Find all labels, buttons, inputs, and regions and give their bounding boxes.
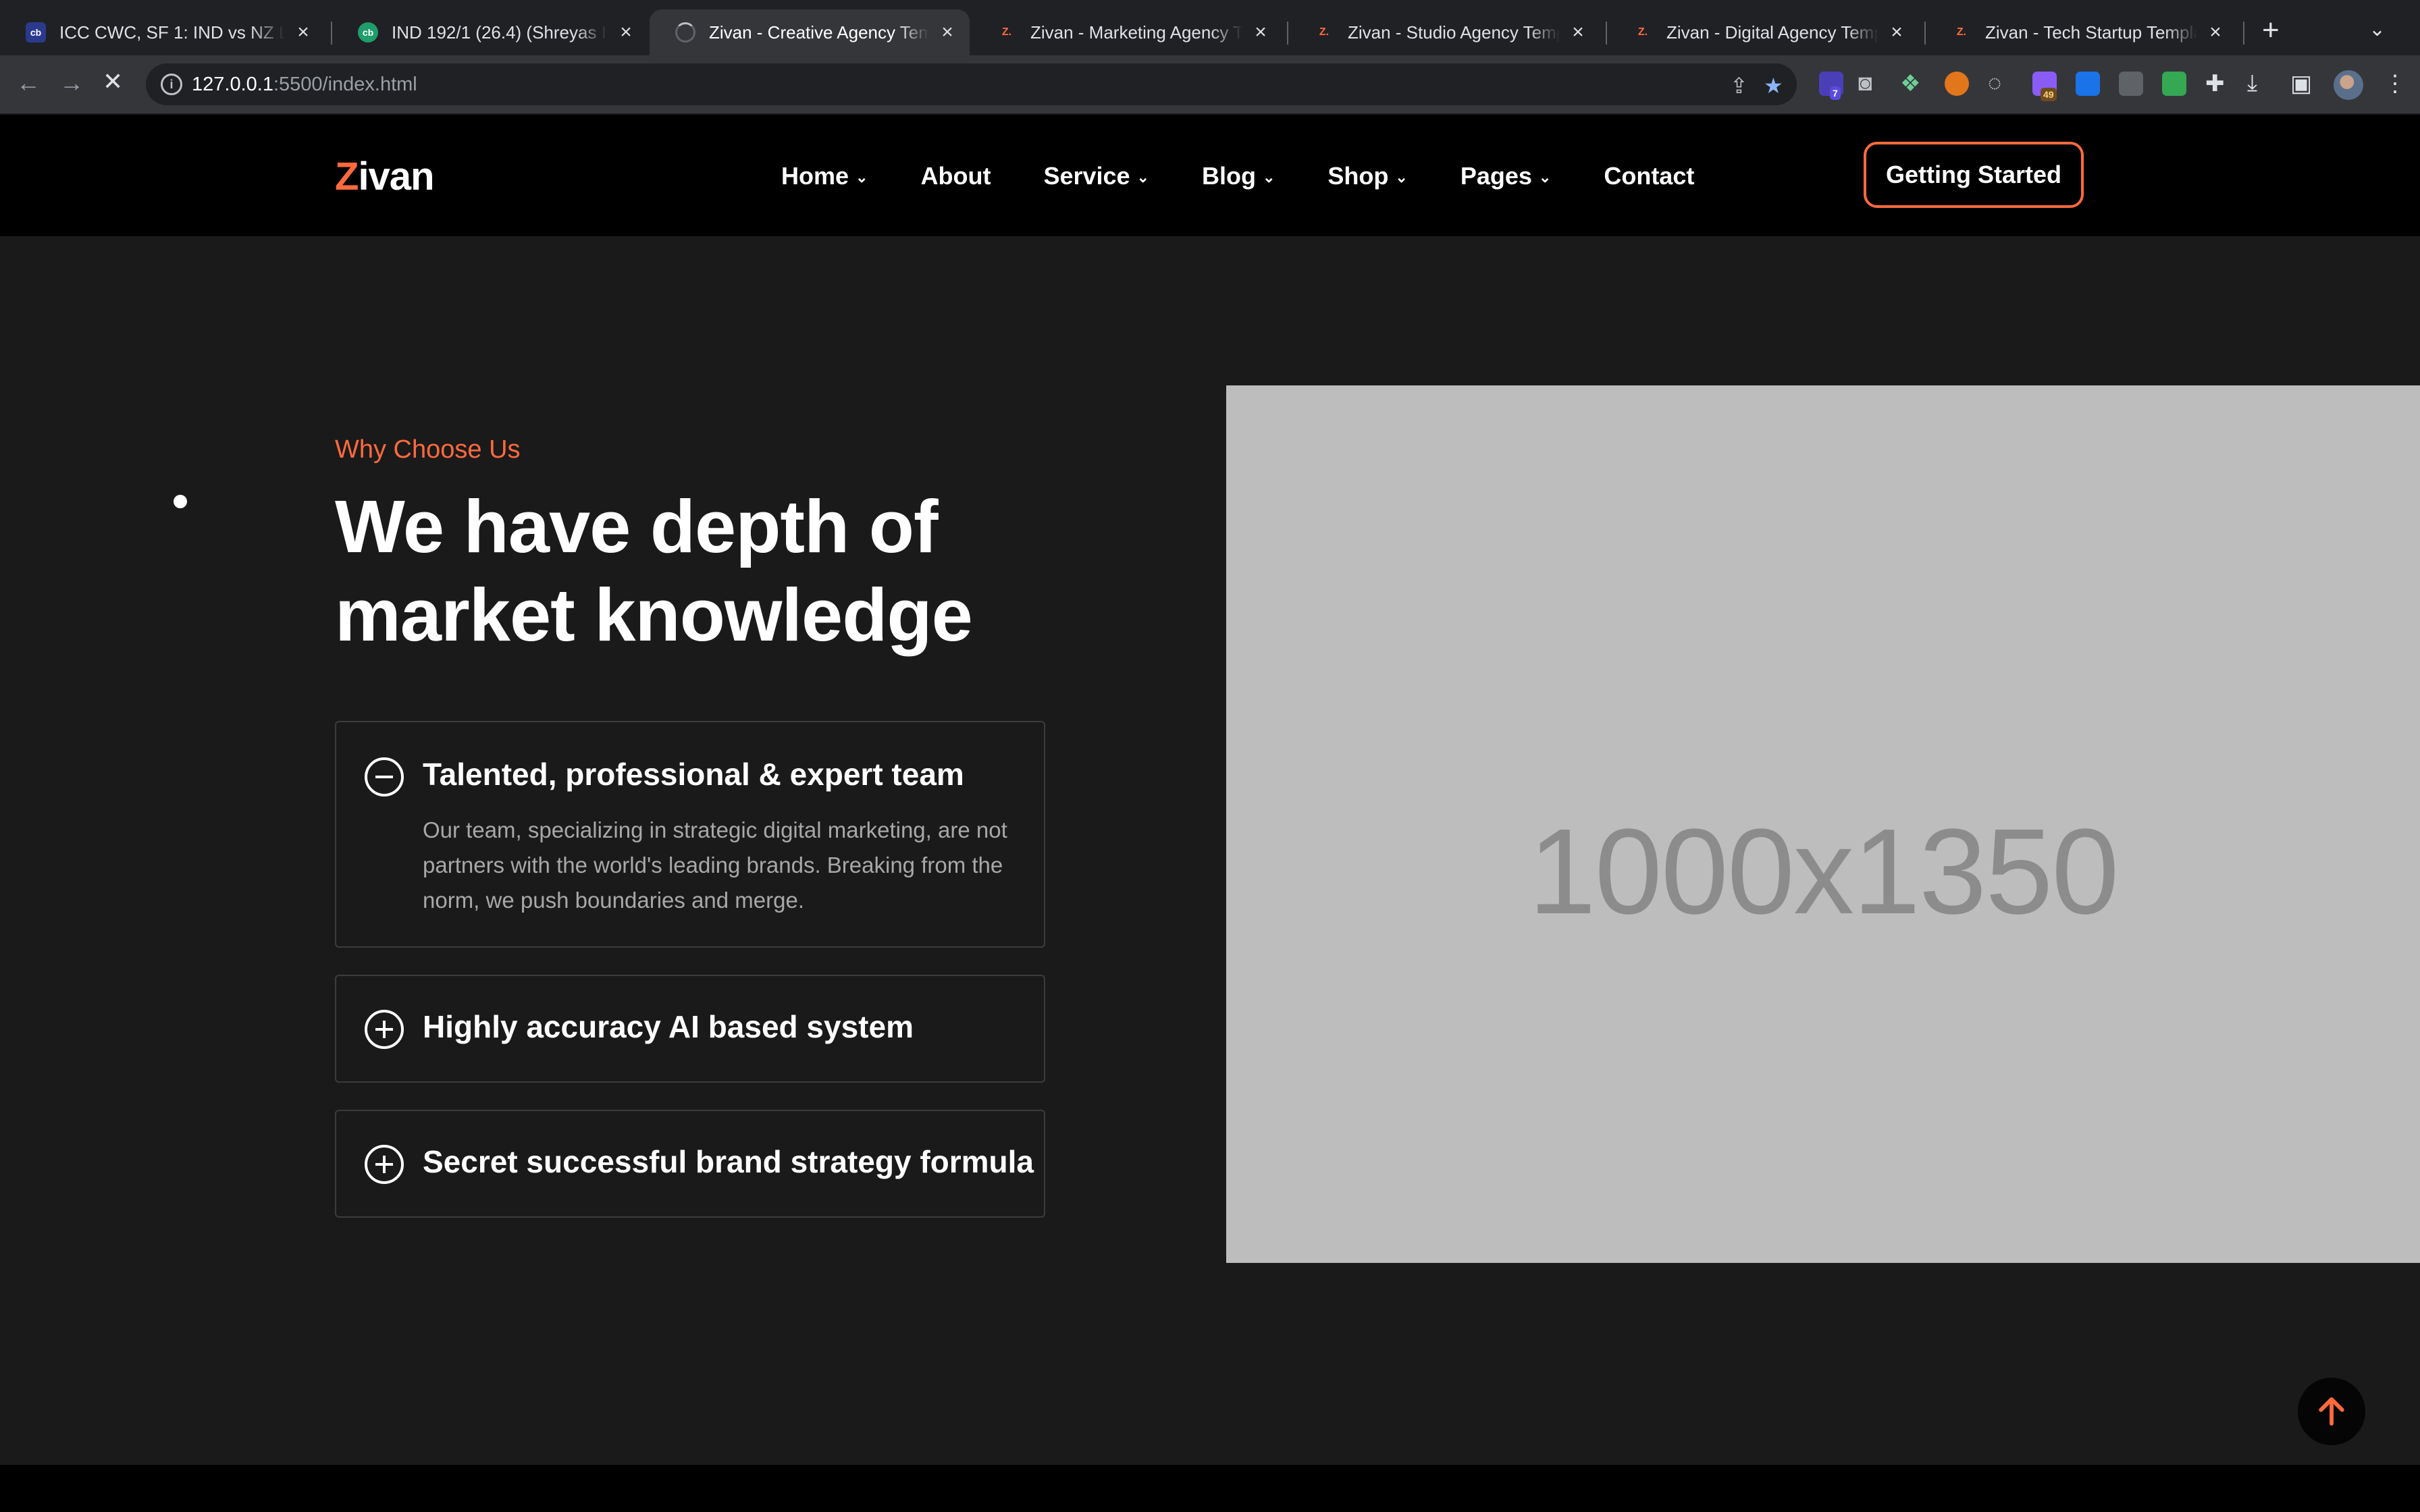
section-heading: We have depth of market knowledge xyxy=(335,485,973,657)
forward-arrow-icon[interactable]: → xyxy=(59,69,84,97)
download-icon[interactable]: ⤓ xyxy=(2247,70,2257,97)
tab-title: Zivan - Marketing Agency Template xyxy=(1030,22,1242,43)
accordion-body: Our team, specializing in strategic digi… xyxy=(423,817,1007,913)
side-panel-icon[interactable]: ▣ xyxy=(2290,70,2312,97)
kebab-menu-icon[interactable]: ⋮ xyxy=(2384,70,2406,97)
plus-circle-icon[interactable] xyxy=(365,1010,404,1049)
back-arrow-icon[interactable]: ← xyxy=(16,69,41,97)
tab-title: Zivan - Studio Agency Template xyxy=(1348,22,1560,43)
fox-extension-icon[interactable] xyxy=(1945,72,1969,96)
tab-title: Zivan - Creative Agency Template xyxy=(709,22,929,43)
chevron-down-icon: ⌄ xyxy=(856,169,868,186)
placeholder-dimensions: 1000x1350 xyxy=(1528,803,2120,940)
close-icon[interactable]: × xyxy=(937,21,957,44)
nav-item-pages[interactable]: Pages ⌄ xyxy=(1461,162,1552,190)
nav-item-blog[interactable]: Blog ⌄ xyxy=(1202,162,1275,190)
accordion-title[interactable]: Highly accuracy AI based system xyxy=(423,1008,914,1045)
accordion-item[interactable]: Secret successful brand strategy formula xyxy=(335,1110,1045,1218)
main-nav: Home ⌄ About Service ⌄ Blog ⌄ Shop ⌄ Pages ⌄ … xyxy=(781,162,1747,190)
tab-zivan-creative[interactable]: Zivan - Creative Agency Template × xyxy=(650,9,970,55)
arrow-up-icon xyxy=(2319,1397,2344,1426)
new-tab-plus-icon[interactable]: + xyxy=(2262,14,2280,47)
nav-item-about[interactable]: About xyxy=(920,162,991,190)
tab-ind-score-live[interactable]: cb IND 192/1 (26.4) (Shreyas Iyer) × xyxy=(332,9,648,55)
loading-spinner-icon xyxy=(675,22,695,43)
chevron-down-icon: ⌄ xyxy=(1395,169,1408,186)
section-eyebrow: Why Choose Us xyxy=(335,435,521,464)
nav-item-home[interactable]: Home ⌄ xyxy=(781,162,868,190)
zivan-icon: Z. xyxy=(1637,26,1648,38)
tab-ind-vs-nz-score[interactable]: cb ICC CWC, SF 1: IND vs NZ Live Cricket… xyxy=(0,9,325,55)
accordion-title[interactable]: Secret successful brand strategy formula xyxy=(423,1143,1034,1180)
extension-icon[interactable] xyxy=(2076,72,2100,96)
close-icon[interactable]: × xyxy=(1568,21,1588,44)
puzzle-extensions-icon[interactable]: ✚ xyxy=(2205,70,2225,97)
extension-badge: 49 xyxy=(2041,88,2057,101)
accordion-item-expanded[interactable]: Talented, professional & expert team Our… xyxy=(335,721,1045,948)
cursor-dot xyxy=(174,495,187,508)
image-placeholder: 1000x1350 xyxy=(1226,385,2420,1263)
nav-item-shop[interactable]: Shop ⌄ xyxy=(1327,162,1407,190)
zivan-logo[interactable]: Zivan xyxy=(335,154,435,199)
tab-title: Zivan - Digital Agency Template xyxy=(1666,22,1878,43)
tab-zivan-tech[interactable]: Z. Zivan - Tech Startup Template × xyxy=(1926,9,2238,55)
share-icon[interactable]: ⇪ xyxy=(1730,73,1748,99)
tab-separator xyxy=(2243,22,2244,45)
tab-zivan-marketing[interactable]: Z. Zivan - Marketing Agency Template × xyxy=(971,9,1283,55)
browser-tab-strip: cb ICC CWC, SF 1: IND vs NZ Live Cricket… xyxy=(0,0,2420,55)
tab-zivan-studio[interactable]: Z. Zivan - Studio Agency Template × xyxy=(1288,9,1600,55)
cricbuzz-icon: cb xyxy=(26,22,46,43)
close-icon[interactable]: × xyxy=(1251,21,1271,44)
url-text: 127.0.0.1:5500/index.html xyxy=(192,74,417,95)
footer-edge xyxy=(0,1465,2420,1512)
code-extension-icon[interactable] xyxy=(2119,72,2143,96)
chevron-down-icon: ⌄ xyxy=(1538,169,1552,186)
extension-badge: 7 xyxy=(1830,86,1841,100)
tab-title: IND 192/1 (26.4) (Shreyas Iyer) xyxy=(392,22,608,43)
zivan-icon: Z. xyxy=(1956,26,1967,38)
scroll-to-top-button[interactable] xyxy=(2298,1378,2365,1445)
tab-zivan-digital[interactable]: Z. Zivan - Digital Agency Template × xyxy=(1607,9,1919,55)
chevron-down-icon: ⌄ xyxy=(1136,169,1149,186)
tab-search-chevron-icon[interactable]: ⌄ xyxy=(2369,18,2386,41)
zivan-icon: Z. xyxy=(1001,26,1012,38)
circle-extension-icon[interactable]: ◌ xyxy=(1988,70,2001,97)
accordion-item[interactable]: Highly accuracy AI based system xyxy=(335,975,1045,1083)
cricbuzz-icon: cb xyxy=(358,22,378,43)
site-header: Zivan Home ⌄ About Service ⌄ Blog ⌄ Shop ⌄ P… xyxy=(0,115,2420,236)
close-icon[interactable]: × xyxy=(293,21,313,44)
extension-icon[interactable]: ❖ xyxy=(1900,70,1920,97)
bookmark-star-icon[interactable]: ★ xyxy=(1764,73,1783,99)
extension-icon[interactable] xyxy=(2162,72,2186,96)
minus-circle-icon[interactable] xyxy=(365,757,404,796)
address-bar[interactable]: i 127.0.0.1:5500/index.html ⇪ ★ xyxy=(146,63,1797,105)
camera-icon[interactable]: ◙ xyxy=(1858,70,1872,97)
nav-item-contact[interactable]: Contact xyxy=(1604,162,1694,190)
profile-avatar[interactable] xyxy=(2334,70,2363,100)
close-icon[interactable]: × xyxy=(616,21,636,44)
close-icon[interactable]: × xyxy=(1887,21,1907,44)
chevron-down-icon: ⌄ xyxy=(1262,169,1275,186)
browser-toolbar: ← → ✕ i 127.0.0.1:5500/index.html ⇪ ★ 7 … xyxy=(0,55,2420,113)
nav-item-service[interactable]: Service ⌄ xyxy=(1043,162,1149,190)
close-icon[interactable]: × xyxy=(2205,21,2226,44)
getting-started-button[interactable]: Getting Started xyxy=(1864,142,2084,208)
zivan-icon: Z. xyxy=(1319,26,1330,38)
accordion-title[interactable]: Talented, professional & expert team xyxy=(423,756,964,792)
plus-circle-icon[interactable] xyxy=(365,1145,404,1184)
tab-title: Zivan - Tech Startup Template xyxy=(1985,22,2197,43)
site-info-icon[interactable]: i xyxy=(161,74,182,95)
stop-loading-icon[interactable]: ✕ xyxy=(103,68,123,96)
tab-title: ICC CWC, SF 1: IND vs NZ Live Cricket Sc… xyxy=(59,22,285,43)
